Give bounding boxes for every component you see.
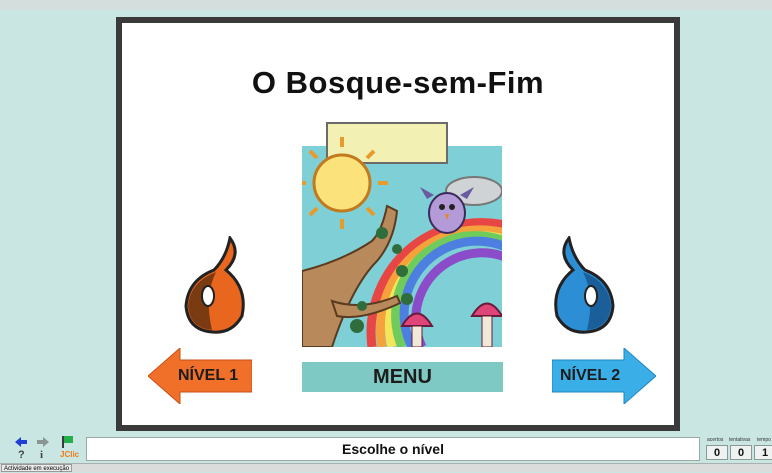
green-flag-icon[interactable] (61, 436, 73, 451)
level2-arrow-button[interactable]: NÍVEL 2 (552, 348, 656, 404)
menu-button[interactable]: MENU (302, 362, 503, 392)
activity-title: O Bosque-sem-Fim (251, 65, 545, 100)
level1-label: NÍVEL 1 (178, 367, 239, 384)
blue-creature (547, 234, 617, 341)
counter-tries: 0 (730, 445, 752, 460)
activity-stage: O Bosque-sem-Fim NÍVEL 1 MENU NÍVEL 2 (116, 17, 680, 431)
level1-arrow-button[interactable]: NÍVEL 1 (148, 348, 252, 404)
counter-hits: 0 (706, 445, 728, 460)
counter-label-hits: acertos (707, 437, 724, 443)
counter-time: 1 (754, 445, 772, 460)
orange-creature (182, 234, 252, 341)
counter-label-time: tempo (757, 437, 771, 443)
counter-label-tries: tentativas (729, 437, 751, 443)
forest-illustration (298, 121, 547, 350)
level2-label: NÍVEL 2 (560, 367, 621, 384)
status-strip (0, 463, 772, 472)
help-icon[interactable]: ? (18, 449, 25, 461)
footer-status-text: Actividade em execução (1, 464, 73, 472)
info-icon[interactable]: i (40, 449, 43, 461)
status-message: Escolhe o nível (86, 437, 700, 461)
window-top-strip (0, 0, 772, 10)
jclic-logo[interactable]: JClic (60, 450, 79, 459)
